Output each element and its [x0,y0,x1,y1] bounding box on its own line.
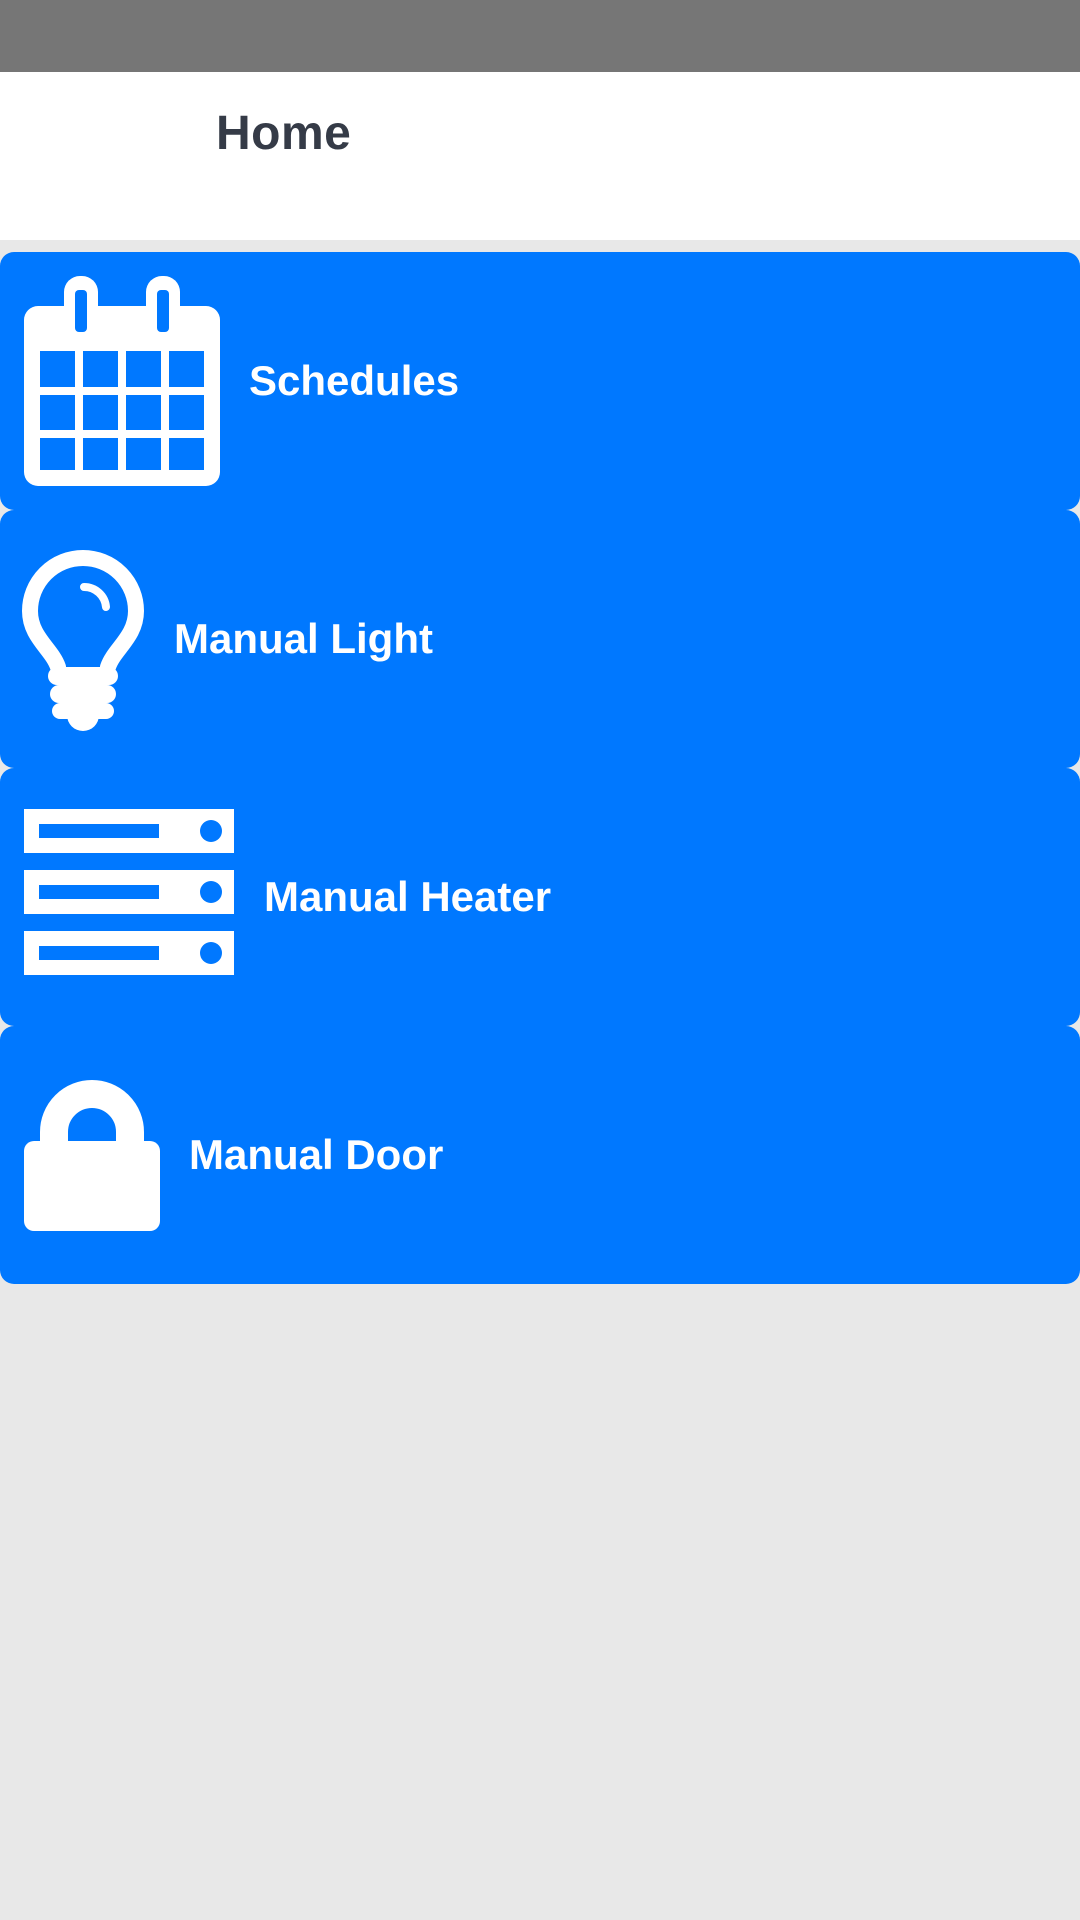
lightbulb-icon [22,550,144,731]
home-menu: Schedules Manual Light Manual Heater Man… [0,252,1080,1284]
manual-light-button[interactable]: Manual Light [0,510,1080,768]
manual-heater-label: Manual Heater [264,873,552,920]
manual-door-button[interactable]: Manual Door [0,1026,1080,1284]
server-icon [24,809,234,975]
schedules-label: Schedules [249,357,460,404]
manual-heater-button[interactable]: Manual Heater [0,768,1080,1026]
lock-icon [24,1080,160,1231]
page-title: Home [216,107,352,160]
calendar-icon [24,276,220,486]
schedules-button[interactable]: Schedules [0,252,1080,510]
manual-light-label: Manual Light [174,615,433,662]
manual-door-label: Manual Door [189,1131,444,1178]
status-bar [0,0,1080,72]
app-header: Home [0,72,1080,240]
